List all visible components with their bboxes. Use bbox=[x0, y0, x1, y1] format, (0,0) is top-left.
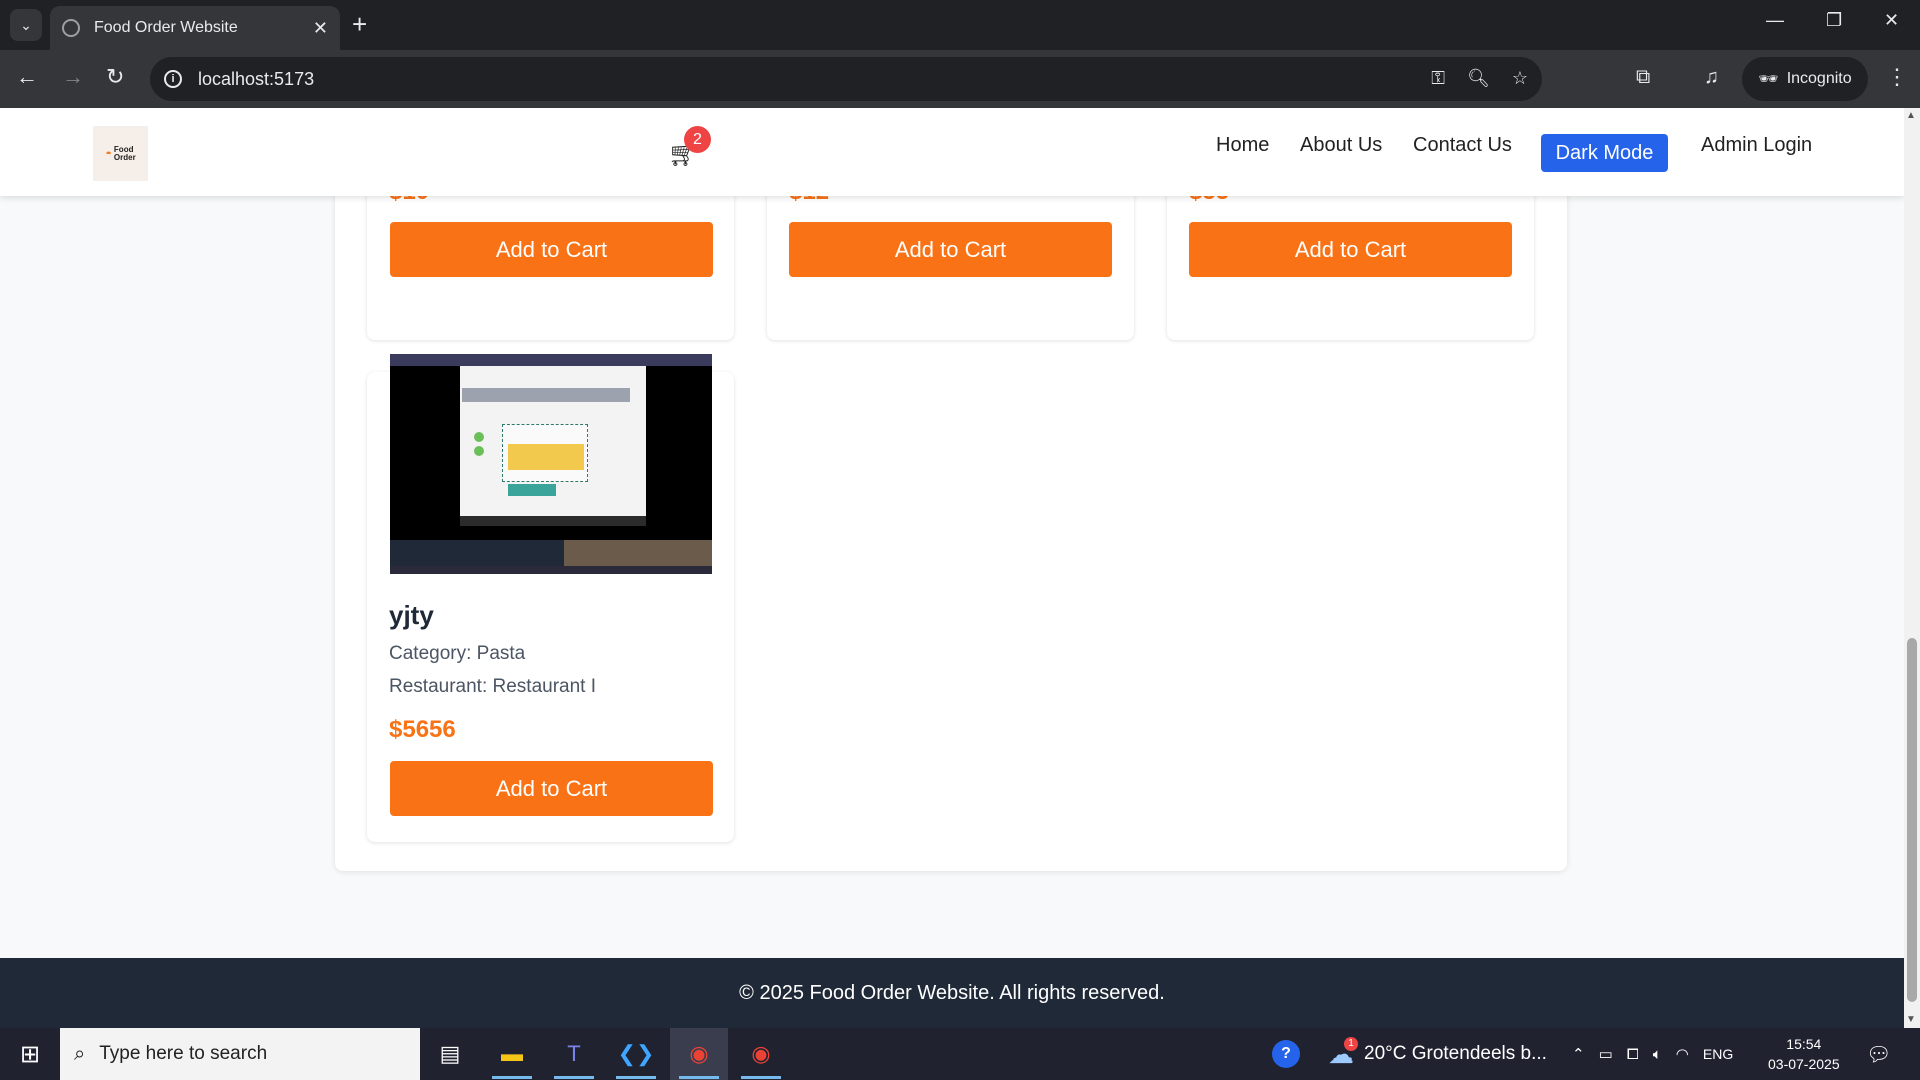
nav-contact-link[interactable]: Contact Us bbox=[1413, 134, 1512, 157]
minimize-button[interactable]: — bbox=[1766, 10, 1784, 31]
browser-tab-bar: ⌄ Food Order Website ✕ + — ❐ ✕ bbox=[0, 0, 1920, 50]
windows-taskbar: ⊞ ⌕ Type here to search ▤ ▬ T ❮❯ ◉ ◉ ? ☁… bbox=[0, 1028, 1920, 1080]
food-category: Category: Pasta bbox=[389, 643, 526, 664]
teams-icon[interactable]: T bbox=[554, 1036, 594, 1072]
admin-login-link[interactable]: Admin Login bbox=[1701, 134, 1812, 157]
cloud-icon: ☁ 1 bbox=[1328, 1036, 1358, 1070]
help-icon[interactable]: ? bbox=[1272, 1028, 1300, 1080]
password-key-icon[interactable]: ⚿ bbox=[1431, 68, 1445, 89]
file-explorer-icon[interactable]: ▬ bbox=[492, 1036, 532, 1072]
weather-widget[interactable]: ☁ 1 20°C Grotendeels b... bbox=[1328, 1028, 1547, 1080]
incognito-icon: 🕶︎ bbox=[1758, 71, 1779, 88]
media-control-icon[interactable]: ♫ bbox=[1704, 66, 1719, 89]
active-indicator bbox=[554, 1076, 594, 1079]
food-bowl-icon: ◓ bbox=[105, 147, 112, 160]
scroll-down-arrow-icon[interactable]: ▼ bbox=[1906, 1014, 1916, 1025]
site-info-icon[interactable]: i bbox=[164, 70, 182, 88]
vscode-icon[interactable]: ❮❯ bbox=[616, 1036, 656, 1072]
close-window-button[interactable]: ✕ bbox=[1884, 10, 1899, 31]
page-scrollbar[interactable]: ▲ ▼ bbox=[1904, 108, 1920, 1028]
new-tab-button[interactable]: + bbox=[352, 10, 367, 38]
active-indicator bbox=[741, 1076, 781, 1079]
nav-home-link[interactable]: Home bbox=[1216, 134, 1269, 157]
url-text: localhost:5173 bbox=[198, 68, 315, 89]
task-view-icon[interactable]: ▤ bbox=[430, 1036, 470, 1072]
search-icon: ⌕ bbox=[74, 1042, 86, 1065]
battery-icon[interactable]: ▭ bbox=[1599, 1045, 1613, 1063]
restore-button[interactable]: ❐ bbox=[1826, 10, 1842, 31]
zoom-icon[interactable]: 🔍︎ bbox=[1467, 68, 1490, 89]
forward-button[interactable]: → bbox=[62, 64, 84, 90]
food-image bbox=[390, 354, 712, 574]
clock-date: 03-07-2025 bbox=[1768, 1056, 1840, 1072]
nav-about-link[interactable]: About Us bbox=[1300, 134, 1382, 157]
browser-tab[interactable]: Food Order Website ✕ bbox=[50, 6, 340, 50]
scroll-up-arrow-icon[interactable]: ▲ bbox=[1906, 110, 1916, 121]
food-price: $5656 bbox=[389, 716, 456, 743]
scrollbar-thumb[interactable] bbox=[1907, 638, 1917, 1002]
clock[interactable]: 15:54 03-07-2025 bbox=[1768, 1028, 1840, 1080]
language-indicator[interactable]: ENG bbox=[1703, 1046, 1733, 1062]
extensions-icon[interactable]: ⧉ bbox=[1636, 66, 1650, 89]
food-restaurant: Restaurant: Restaurant I bbox=[389, 676, 596, 697]
tab-title: Food Order Website bbox=[94, 19, 238, 36]
weather-text: 20°C Grotendeels b... bbox=[1364, 1043, 1547, 1064]
page-viewport: $10 $12 $55 Add to Cart Add to Cart Add … bbox=[0, 108, 1904, 1028]
globe-icon bbox=[62, 19, 80, 37]
back-button[interactable]: ← bbox=[16, 64, 38, 90]
chrome-icon[interactable]: ◉ bbox=[679, 1036, 719, 1072]
add-to-cart-button[interactable]: Add to Cart bbox=[390, 222, 713, 277]
volume-icon[interactable]: 🔈︎ bbox=[1653, 1046, 1662, 1063]
taskbar-search-placeholder: Type here to search bbox=[99, 1043, 268, 1064]
taskbar-search-box[interactable]: ⌕ Type here to search bbox=[60, 1028, 420, 1080]
active-indicator bbox=[492, 1076, 532, 1079]
add-to-cart-button[interactable]: Add to Cart bbox=[789, 222, 1112, 277]
wifi-icon[interactable]: ◠ bbox=[1676, 1045, 1689, 1063]
active-indicator bbox=[616, 1076, 656, 1079]
incognito-button[interactable]: 🕶︎ Incognito bbox=[1742, 57, 1868, 101]
active-indicator bbox=[679, 1076, 719, 1079]
browser-menu-icon[interactable]: ⋮ bbox=[1886, 64, 1908, 90]
dark-mode-button[interactable]: Dark Mode bbox=[1541, 134, 1668, 172]
show-hidden-icons-icon[interactable]: ⌃ bbox=[1572, 1045, 1585, 1063]
food-name: yjty bbox=[389, 600, 434, 630]
cart-count-badge: 2 bbox=[684, 126, 711, 153]
site-footer: © 2025 Food Order Website. All rights re… bbox=[0, 958, 1904, 1028]
footer-text: © 2025 Food Order Website. All rights re… bbox=[739, 981, 1165, 1004]
browser-toolbar: ← → ↻ i localhost:5173 ⚿ 🔍︎ ☆ ⧉ ♫ 🕶︎ Inc… bbox=[0, 50, 1920, 108]
address-bar[interactable]: i localhost:5173 ⚿ 🔍︎ ☆ bbox=[150, 57, 1542, 101]
chrome-profile-icon[interactable]: ◉ bbox=[741, 1036, 781, 1072]
display-icon[interactable]: ⧠ bbox=[1627, 1046, 1639, 1063]
site-header: ◓ Food Order 🛒︎ 2 Home About Us Contact … bbox=[0, 108, 1904, 196]
system-tray: ⌃ ▭ ⧠ 🔈︎ ◠ ENG bbox=[1572, 1028, 1733, 1080]
add-to-cart-button[interactable]: Add to Cart bbox=[390, 761, 713, 816]
close-tab-icon[interactable]: ✕ bbox=[313, 18, 328, 39]
tab-search-menu-button[interactable]: ⌄ bbox=[10, 9, 42, 41]
bookmark-star-icon[interactable]: ☆ bbox=[1512, 68, 1528, 89]
reload-button[interactable]: ↻ bbox=[106, 64, 124, 90]
logo-text-order: Order bbox=[113, 152, 136, 162]
incognito-label: Incognito bbox=[1786, 70, 1852, 87]
add-to-cart-button[interactable]: Add to Cart bbox=[1189, 222, 1512, 277]
windows-start-icon[interactable]: ⊞ bbox=[0, 1028, 60, 1080]
site-logo[interactable]: ◓ Food Order bbox=[93, 126, 148, 181]
notifications-icon[interactable]: 💬︎ bbox=[1866, 1028, 1891, 1080]
clock-time: 15:54 bbox=[1786, 1036, 1822, 1052]
weather-badge: 1 bbox=[1344, 1036, 1358, 1051]
